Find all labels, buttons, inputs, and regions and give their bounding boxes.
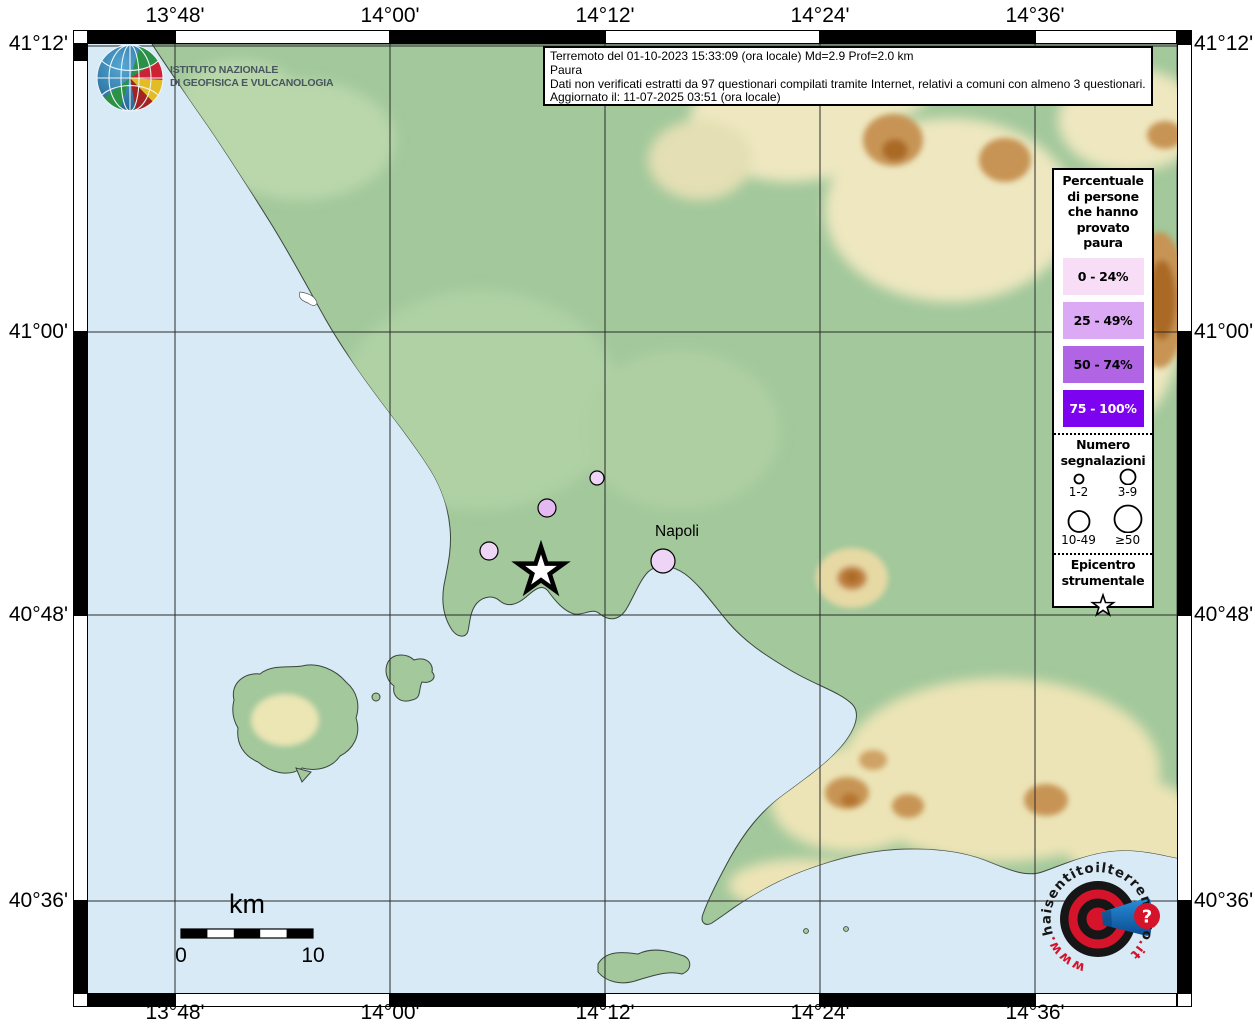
axis-label-top: 14°36' [1005,4,1064,28]
axis-label-top: 14°00' [360,4,419,28]
felt-report-circle [538,499,556,517]
legend-swatch-75-100: 75 - 100% [1063,390,1144,427]
frame-segment [1177,615,1192,901]
event-updated-at: Aggiornato il: 11-07-2025 03:51 (ora loc… [550,91,1146,105]
axis-label-left: 41°12' [2,32,68,56]
axis-label-top: 14°24' [790,4,849,28]
question-badge-glyph: ? [1142,907,1152,928]
frame-segment [820,993,1035,1007]
frame-segment [175,993,390,1007]
axis-label-top: 13°48' [145,4,204,28]
legend-swatch-0-24: 0 - 24% [1063,258,1144,295]
scale-bar [181,929,313,938]
axis-label-bottom: 14°24' [790,1001,849,1024]
count-circle-icon [1111,468,1145,485]
felt-report-circle [590,471,604,485]
count-circle-icon [1111,504,1145,533]
ingv-name-line2: DI GEOFISICA E VULCANOLOGIA [170,77,333,90]
event-info-box: Terremoto del 01-10-2023 15:33:09 (ora l… [543,46,1153,106]
scale-bar-end: 10 [293,944,333,968]
legend-count-title: segnalazioni [1054,453,1152,469]
event-title: Terremoto del 01-10-2023 15:33:09 (ora l… [550,50,1146,64]
terrain-map: www.haisentitoilterremoto.it ? [88,44,1177,993]
scale-bar-start: 0 [161,944,201,968]
haisentitoilterremoto-map-page: www.haisentitoilterremoto.it ? 13°48' 14… [0,0,1255,1024]
legend-count-1-2: 1-2 [1054,468,1103,499]
axis-label-top: 14°12' [575,4,634,28]
legend-count-10-49: 10-49 [1054,504,1103,547]
ingv-name-line1: ISTITUTO NAZIONALE [170,64,333,77]
axis-label-left: 40°48' [2,603,68,627]
frame-segment [820,30,1035,44]
legend-swatch-25-49: 25 - 49% [1063,302,1144,339]
frame-segment [1177,901,1192,993]
felt-report-circle [480,542,498,560]
frame-segment [73,615,88,901]
axis-label-left: 40°36' [2,889,68,913]
frame-segment [1035,30,1177,44]
axis-label-bottom: 14°12' [575,1001,634,1024]
frame-segment [73,993,88,1007]
scale-bar-unit: km [200,889,294,920]
axis-label-bottom: 13°48' [145,1001,204,1024]
event-data-note: Dati non verificati estratti da 97 quest… [550,78,1146,92]
frame-segment [73,30,88,44]
frame-segment [1177,30,1192,44]
frame-segment [1177,44,1192,332]
frame-segment [605,30,820,44]
count-circle-icon [1062,509,1096,533]
legend-count-50plus: ≥50 [1103,504,1152,547]
frame-segment [73,60,88,332]
count-circle-icon [1062,468,1096,485]
legend-panel: Percentuale di persone che hanno provato… [1052,168,1154,608]
legend-swatch-50-74: 50 - 74% [1063,346,1144,383]
legend-count-title: Numero [1054,437,1152,453]
legend-separator [1054,553,1152,555]
city-label-napoli: Napoli [637,523,717,541]
event-map-type: Paura [550,64,1146,78]
frame-segment [390,30,605,44]
legend-percent-title: di persone [1054,189,1152,205]
legend-epicenter-title: Epicentro [1054,557,1152,573]
ingv-logo: ISTITUTO NAZIONALE DI GEOFISICA E VULCAN… [93,40,393,116]
frame-segment [73,332,88,615]
legend-percent-title: che hanno [1054,204,1152,220]
axis-label-left: 41°00' [2,320,68,344]
legend-count-3-9: 3-9 [1103,468,1152,499]
frame-segment [73,901,88,993]
axis-label-bottom: 14°36' [1005,1001,1064,1024]
frame-segment [390,993,605,1007]
legend-separator [1054,433,1152,435]
legend-percent-title: Percentuale [1054,173,1152,189]
axis-label-right: 40°36' [1194,889,1253,913]
legend-percent-title: paura [1054,235,1152,251]
axis-label-right: 40°48' [1194,603,1253,627]
axis-label-right: 41°00' [1194,320,1253,344]
frame-segment [605,993,820,1007]
frame-segment [73,44,88,60]
frame-segment [1177,332,1192,615]
frame-segment [1177,993,1192,1007]
legend-epicenter-title: strumentale [1054,573,1152,589]
legend-star-icon [1088,590,1118,620]
axis-label-right: 41°12' [1194,32,1253,56]
felt-report-circle [651,549,675,573]
axis-label-bottom: 14°00' [360,1001,419,1024]
legend-percent-title: provato [1054,220,1152,236]
